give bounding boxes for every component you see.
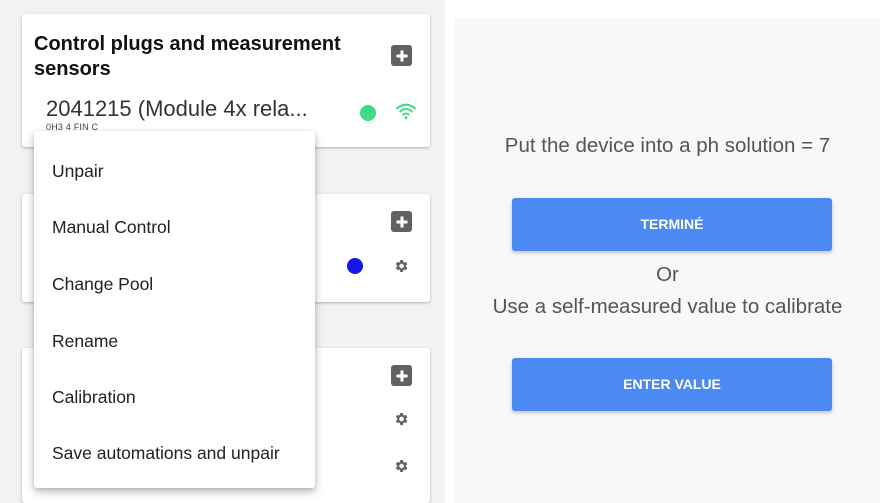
- menu-item-change-pool[interactable]: Change Pool: [52, 274, 153, 295]
- status-dot-icon: [360, 105, 376, 121]
- card-title: Control plugs and measurement sensors: [34, 33, 341, 80]
- alt-calibration-text: Use a self-measured value to calibrate: [492, 295, 843, 318]
- device-card-control-plugs: Control plugs and measurement sensors 20…: [22, 14, 430, 147]
- gear-icon[interactable]: [393, 458, 409, 474]
- enter-value-button[interactable]: ENTER VALUE: [512, 358, 832, 411]
- menu-item-save-automations-unpair[interactable]: Save automations and unpair: [52, 443, 280, 464]
- gear-icon[interactable]: [393, 258, 409, 274]
- done-button[interactable]: TERMINÉ: [512, 198, 832, 251]
- status-dot-icon: [347, 258, 363, 274]
- add-icon[interactable]: [391, 45, 412, 66]
- device-context-menu: Unpair Manual Control Change Pool Rename…: [34, 131, 315, 488]
- menu-item-rename[interactable]: Rename: [52, 331, 118, 352]
- add-icon[interactable]: [391, 211, 412, 232]
- menu-item-manual-control[interactable]: Manual Control: [52, 217, 171, 238]
- menu-item-unpair[interactable]: Unpair: [52, 161, 104, 182]
- device-name[interactable]: 2041215 (Module 4x rela...: [46, 96, 308, 122]
- menu-item-calibration[interactable]: Calibration: [52, 387, 136, 408]
- gear-icon[interactable]: [393, 411, 409, 427]
- calibration-instruction: Put the device into a ph solution = 7: [504, 134, 831, 157]
- or-text: Or: [656, 263, 679, 286]
- add-icon[interactable]: [391, 365, 412, 386]
- calibration-panel: [455, 18, 880, 503]
- wifi-icon: [396, 103, 416, 120]
